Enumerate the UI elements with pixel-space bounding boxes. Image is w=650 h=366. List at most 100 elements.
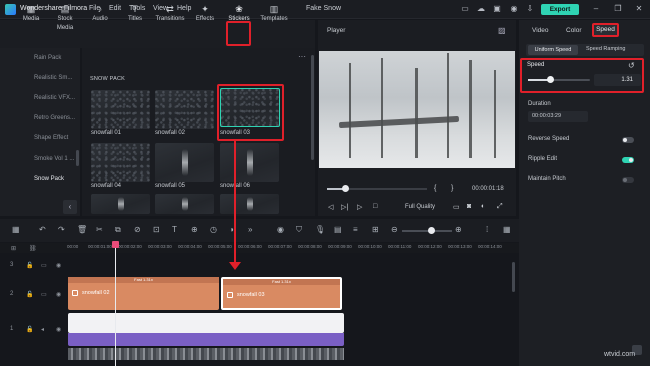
uniform-speed-tab[interactable]: Uniform Speed bbox=[528, 45, 578, 55]
maintain-pitch-toggle[interactable] bbox=[622, 177, 634, 183]
tab-color[interactable]: Color bbox=[566, 27, 582, 34]
sidebar-item-realistic-sm[interactable]: Realistic Sm... bbox=[0, 69, 80, 88]
gift-icon[interactable]: ▣ bbox=[492, 4, 502, 14]
sidebar-item-shape-effect[interactable]: Shape Effect bbox=[0, 129, 80, 148]
speed-ramping-tab[interactable]: Speed Ramping bbox=[586, 46, 625, 52]
grid-icon[interactable]: ⁞ bbox=[486, 225, 488, 234]
link-icon[interactable]: ⛓ bbox=[29, 245, 37, 252]
eye-icon[interactable]: ◉ bbox=[56, 291, 61, 298]
ripple-edit-toggle[interactable] bbox=[622, 157, 634, 163]
zoom-fit-icon[interactable]: ⊕ bbox=[191, 225, 198, 234]
fullscreen-icon[interactable]: ⤢ bbox=[497, 203, 503, 211]
layout-icon[interactable]: ▦ bbox=[12, 225, 20, 234]
add-track-icon[interactable]: ⊞ bbox=[11, 245, 16, 252]
close-icon[interactable]: ✕ bbox=[634, 4, 644, 14]
folder-icon[interactable]: ▭ bbox=[41, 291, 47, 298]
tab-audio[interactable]: ♪ Audio bbox=[84, 2, 116, 27]
snapshot-icon[interactable]: ▨ bbox=[498, 26, 506, 35]
mark-out-icon[interactable]: } bbox=[451, 185, 453, 192]
tab-titles[interactable]: T Titles bbox=[119, 2, 151, 27]
folder-icon[interactable]: ▭ bbox=[41, 262, 47, 269]
tab-video[interactable]: Video bbox=[532, 27, 549, 34]
render-icon[interactable]: ◉ bbox=[277, 225, 284, 234]
crop-icon[interactable]: ⊡ bbox=[153, 225, 160, 234]
zoom-slider[interactable] bbox=[402, 230, 452, 232]
scrubber-handle[interactable] bbox=[342, 185, 349, 192]
sidebar-scrollbar[interactable] bbox=[76, 150, 79, 166]
sticker-thumb-snowfall-05[interactable] bbox=[155, 143, 214, 182]
sticker-thumb-snowfall-06[interactable] bbox=[220, 143, 279, 182]
eye-icon[interactable]: ◉ bbox=[56, 326, 61, 333]
prev-frame-icon[interactable]: ◁ bbox=[328, 203, 333, 211]
tab-speed[interactable]: Speed bbox=[592, 23, 619, 37]
lock-icon[interactable]: 🔓 bbox=[26, 326, 33, 333]
lock-icon[interactable]: 🔓 bbox=[26, 262, 33, 269]
duration-value[interactable]: 00:00:03:29 bbox=[528, 111, 588, 122]
tab-templates[interactable]: ▥ Templates bbox=[258, 2, 290, 27]
redo-icon[interactable]: ↷ bbox=[58, 225, 65, 234]
mic-icon[interactable]: 🎙 bbox=[315, 225, 325, 234]
sticker-thumb-snowfall-04[interactable] bbox=[91, 143, 150, 182]
sticker-thumb-row3-1[interactable] bbox=[91, 194, 150, 214]
more-options-icon[interactable]: ··· bbox=[298, 52, 306, 61]
delete-icon[interactable]: 🗑 bbox=[77, 225, 87, 234]
zoom-in-icon[interactable]: ⊕ bbox=[455, 225, 462, 234]
cut-icon[interactable]: ✂ bbox=[96, 225, 103, 234]
timeline-clip-snowfall-02[interactable]: Fast 1.31x snowfall 02 bbox=[68, 277, 219, 310]
cloud-icon[interactable]: ☁ bbox=[476, 4, 486, 14]
mark-in-icon[interactable]: { bbox=[434, 185, 436, 192]
copy-icon[interactable]: ⧉ bbox=[115, 225, 121, 235]
audio-icon[interactable]: ◐ bbox=[481, 203, 485, 210]
download-icon[interactable]: ⇩ bbox=[525, 4, 535, 14]
speed-slider-handle[interactable] bbox=[547, 76, 554, 83]
tab-effects[interactable]: ✦ Effects bbox=[189, 2, 221, 27]
camera-icon[interactable]: ◙ bbox=[467, 203, 471, 210]
quality-dropdown[interactable]: Full Quality bbox=[405, 204, 435, 210]
restore-icon[interactable]: ❐ bbox=[613, 4, 623, 14]
sticker-thumb-snowfall-02[interactable] bbox=[155, 90, 214, 129]
zoom-out-icon[interactable]: ⊖ bbox=[391, 225, 398, 234]
undo-icon[interactable]: ↶ bbox=[39, 225, 46, 234]
sidebar-item-realistic-vfx[interactable]: Realistic VFX... bbox=[0, 89, 80, 108]
snap-icon[interactable]: ⊞ bbox=[372, 225, 379, 234]
zoom-slider-handle[interactable] bbox=[428, 227, 435, 234]
eye-icon[interactable]: ◉ bbox=[56, 262, 61, 269]
sticker-thumb-snowfall-01[interactable] bbox=[91, 90, 150, 129]
settings-icon[interactable]: ▦ bbox=[503, 225, 511, 234]
sidebar-item-smoke-vol-1[interactable]: Smoke Vol 1 ... bbox=[0, 150, 80, 169]
speed-icon[interactable]: ◷ bbox=[210, 225, 217, 234]
tab-transitions[interactable]: ⇄ Transitions bbox=[154, 2, 186, 27]
collapse-sidebar-icon[interactable]: ‹ bbox=[63, 200, 77, 214]
step-back-icon[interactable]: ▷| bbox=[341, 203, 348, 211]
sticker-thumb-row3-2[interactable] bbox=[155, 194, 214, 214]
effect-clip[interactable] bbox=[68, 333, 344, 346]
speaker-icon[interactable]: ◂ bbox=[41, 326, 44, 333]
playhead[interactable] bbox=[115, 243, 116, 366]
tab-stock-media[interactable]: ▤ Stock Media bbox=[49, 2, 81, 31]
text-icon[interactable]: T bbox=[172, 225, 177, 234]
timeline-clip-snowfall-03[interactable]: Fast 1.31x snowfall 03 bbox=[221, 277, 342, 310]
title-clip[interactable] bbox=[68, 313, 344, 333]
notification-icon[interactable]: ◉ bbox=[509, 4, 519, 14]
gallery-scrollbar[interactable] bbox=[311, 55, 314, 160]
export-button[interactable]: Export bbox=[541, 4, 579, 15]
minimize-icon[interactable]: – bbox=[591, 4, 601, 14]
sidebar-item-rain-pack[interactable]: Rain Pack bbox=[0, 49, 80, 68]
mix-icon[interactable]: ≡ bbox=[353, 225, 358, 234]
reverse-speed-toggle[interactable] bbox=[622, 137, 634, 143]
more-tools-icon[interactable]: » bbox=[248, 225, 252, 234]
tag-icon[interactable]: ⊘ bbox=[134, 225, 141, 234]
speed-value-input[interactable]: 1.31 bbox=[594, 74, 641, 86]
sticker-thumb-row3-3[interactable] bbox=[220, 194, 279, 214]
play-icon[interactable]: ▷ bbox=[357, 203, 362, 211]
shield-icon[interactable]: ⛉ bbox=[296, 225, 302, 235]
screen-icon[interactable]: ▭ bbox=[453, 203, 460, 211]
display-icon[interactable]: ▭ bbox=[460, 4, 470, 14]
playhead-handle[interactable] bbox=[112, 241, 119, 248]
video-clip-filmstrip[interactable] bbox=[68, 348, 344, 360]
reset-icon[interactable]: ↺ bbox=[628, 61, 635, 70]
ai-icon[interactable]: ▤ bbox=[334, 225, 342, 234]
sidebar-item-retro-greens[interactable]: Retro Greens... bbox=[0, 109, 80, 128]
sidebar-item-snow-pack[interactable]: Snow Pack bbox=[0, 170, 80, 189]
lock-icon[interactable]: 🔓 bbox=[26, 291, 33, 298]
